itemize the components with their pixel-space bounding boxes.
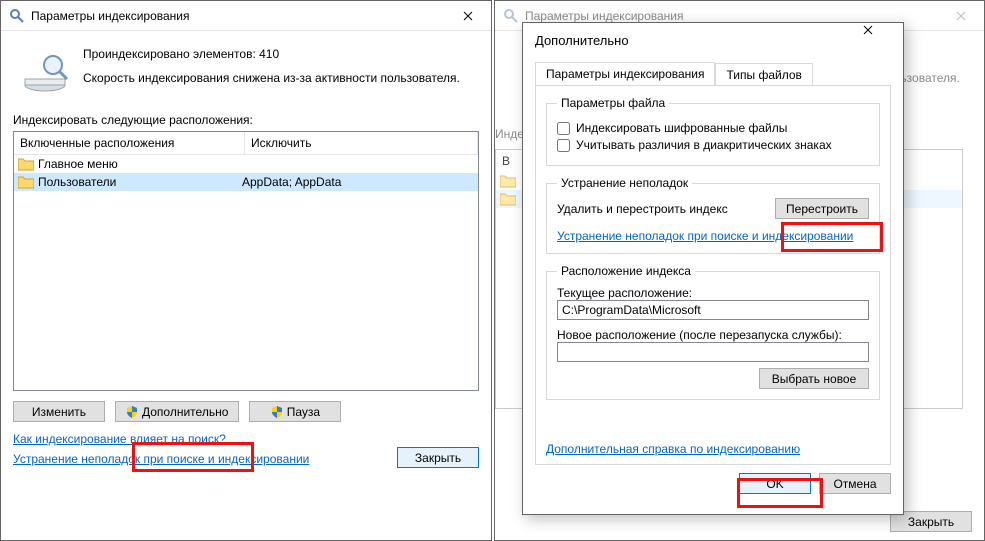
tab-page: Параметры файла Индексировать шифрованны… [535,85,891,465]
status-block: Проиндексировано элементов: 410 Скорость… [13,47,479,85]
group-label: Расположение индекса [557,264,695,278]
list-item[interactable]: Главное меню [14,155,478,173]
new-location-field[interactable] [557,342,869,362]
close-button[interactable] [445,1,491,30]
advanced-dialog: Дополнительно Параметры индексирования Т… [522,22,904,515]
drive-search-icon [21,47,69,95]
shield-icon [271,406,283,418]
locations-label: Индексировать следующие расположения: [13,113,479,127]
link-how-affects[interactable]: Как индексирование влияет на поиск? [13,432,226,446]
close-button[interactable] [938,1,984,30]
dialog-title: Дополнительно [535,33,863,48]
rebuild-button[interactable]: Перестроить [775,198,869,219]
titlebar: Дополнительно [523,23,903,58]
folder-icon [18,175,34,189]
locations-list[interactable]: Включенные расположения Исключить Главно… [13,131,479,391]
cancel-button[interactable]: Отмена [819,473,891,494]
tab-indexing-params[interactable]: Параметры индексирования [535,62,715,85]
ok-button[interactable]: OK [739,473,811,494]
checkbox-input[interactable] [557,122,570,135]
indexing-options-window: Параметры индексирования Проиндексирован… [0,0,492,541]
link-more-help[interactable]: Дополнительная справка по индексированию [546,442,800,456]
checkbox-input[interactable] [557,139,570,152]
folder-icon [18,157,34,171]
checkbox-encrypted[interactable]: Индексировать шифрованные файлы [557,121,869,135]
item-name: Главное меню [38,157,118,171]
item-exclude: AppData; AppData [238,175,341,189]
titlebar: Параметры индексирования [1,1,491,31]
indexed-count: Проиндексировано элементов: 410 [13,47,479,61]
speed-note: Скорость индексирования снижена из-за ак… [13,71,479,85]
pause-button[interactable]: Пауза [249,401,341,422]
group-label: Устранение неполадок [557,176,692,190]
close-button[interactable] [863,24,903,56]
close-dialog-button[interactable]: Закрыть [397,447,479,468]
choose-new-button[interactable]: Выбрать новое [759,368,869,389]
new-location-label: Новое расположение (после перезапуска сл… [557,328,869,342]
link-troubleshoot[interactable]: Устранение неполадок при поиске и индекс… [13,452,309,466]
group-index-location: Расположение индекса Текущее расположени… [546,264,880,400]
tabstrip: Параметры индексирования Типы файлов [535,62,903,85]
search-drive-icon [503,8,519,24]
col-exclude[interactable]: Исключить [245,132,478,154]
window-title: Параметры индексирования [525,9,938,23]
current-location-field[interactable] [557,300,869,320]
window-title: Параметры индексирования [31,9,445,23]
list-item[interactable]: Пользователи AppData; AppData [14,173,478,191]
checkbox-diacritics[interactable]: Учитывать различия в диакритических знак… [557,138,869,152]
search-drive-icon [9,8,25,24]
tab-file-types[interactable]: Типы файлов [715,63,812,86]
group-troubleshoot: Устранение неполадок Удалить и перестрои… [546,176,880,254]
link-troubleshoot[interactable]: Устранение неполадок при поиске и индекс… [557,229,853,243]
group-file-params: Параметры файла Индексировать шифрованны… [546,96,880,166]
shield-icon [126,406,138,418]
advanced-button[interactable]: Дополнительно [115,401,239,422]
modify-button[interactable]: Изменить [13,401,105,422]
current-location-label: Текущее расположение: [557,286,869,300]
rebuild-label: Удалить и перестроить индекс [557,202,728,216]
item-name: Пользователи [38,175,116,189]
col-included[interactable]: Включенные расположения [14,132,245,154]
list-header: Включенные расположения Исключить [14,132,478,155]
group-label: Параметры файла [557,96,669,110]
